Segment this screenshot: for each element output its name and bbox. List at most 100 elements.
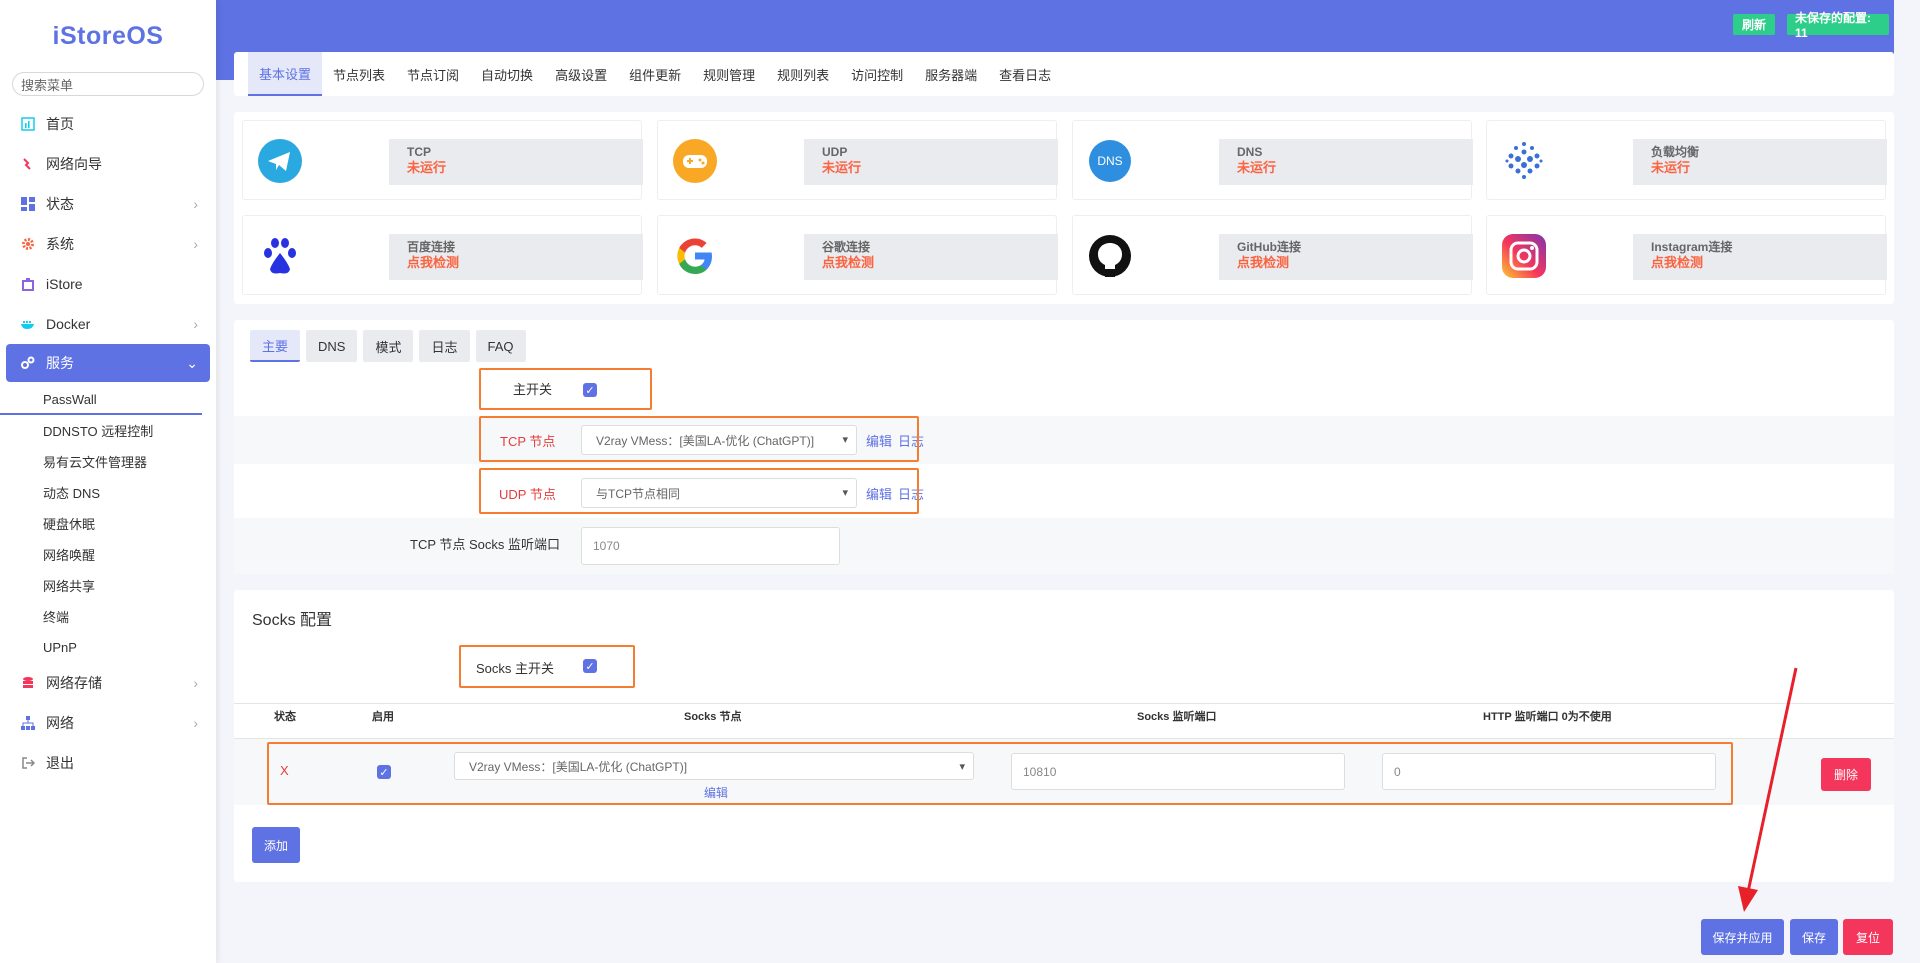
status-value[interactable]: 点我检测 (1237, 255, 1473, 271)
status-card-5[interactable]: 谷歌连接 点我检测 (657, 215, 1058, 295)
sidebar-item-3[interactable]: 系统 › (0, 224, 216, 264)
tab-3[interactable]: 自动切换 (470, 52, 544, 96)
add-button[interactable]: 添加 (252, 827, 300, 863)
sidebar-item-5[interactable]: Docker › (0, 304, 216, 344)
sidebar-sub-item-6[interactable]: 网络共享 (0, 570, 216, 601)
sidebar-sub-item-3[interactable]: 动态 DNS (0, 477, 216, 508)
status-name: DNS (1237, 145, 1263, 159)
status-info: 谷歌连接 点我检测 (804, 234, 1058, 280)
sidebar-sub-item-2[interactable]: 易有云文件管理器 (0, 446, 216, 477)
status-value: 未运行 (1237, 160, 1277, 175)
sidebar-bottom-item-1[interactable]: 网络 › (0, 703, 216, 743)
tab-10[interactable]: 查看日志 (988, 52, 1062, 96)
sidebar-item-label: 首页 (46, 116, 74, 132)
highlight-box (267, 742, 1733, 805)
baidu-icon (257, 233, 303, 279)
network-icon (20, 715, 36, 731)
tab-6[interactable]: 规则管理 (692, 52, 766, 96)
sidebar-item-label: 网络存储 (46, 675, 102, 691)
socks-port-input[interactable]: 1070 (581, 527, 840, 565)
tcp-node-row: TCP 节点 V2ray VMess：[美国LA-优化 (ChatGPT)] ▾… (234, 416, 1894, 464)
chevron-right-icon: › (193, 675, 198, 691)
status-card-2: DNS DNS 未运行 (1072, 120, 1473, 200)
status-info: 百度连接 点我检测 (389, 234, 643, 280)
sidebar-item-label: 状态 (46, 196, 74, 212)
dns-icon: DNS (1087, 138, 1133, 184)
status-card-3: 负载均衡 未运行 (1486, 120, 1887, 200)
status-panel: TCP 未运行 UDP 未运行 DNS DNS 未运行 负载均衡 未运行 百度连接 点我检测 谷歌连接… (234, 112, 1894, 304)
socks-config-panel: Socks 配置 Socks 主开关 ✓ 状态 启用 Socks 节点 Sock… (234, 590, 1894, 882)
sidebar-item-services[interactable]: 服务 ⌄ (6, 344, 210, 382)
tab-2[interactable]: 节点订阅 (396, 52, 470, 96)
tab-7[interactable]: 规则列表 (766, 52, 840, 96)
status-name: 负载均衡 (1651, 145, 1700, 159)
sub-tab-4[interactable]: FAQ (475, 330, 526, 362)
status-name: GitHub连接 (1237, 240, 1301, 254)
logo: iStoreOS (52, 21, 164, 50)
tab-0[interactable]: 基本设置 (248, 52, 323, 96)
sub-tab-0[interactable]: 主要 (250, 330, 301, 362)
socks-port-label: TCP 节点 Socks 监听端口 (410, 537, 561, 552)
load-balance-icon (1501, 138, 1547, 184)
divider (234, 703, 1894, 704)
sidebar-item-label: 网络 (46, 715, 74, 731)
tab-5[interactable]: 组件更新 (618, 52, 692, 96)
status-info: 负载均衡 未运行 (1633, 139, 1887, 185)
sidebar-item-1[interactable]: 网络向导 (0, 144, 216, 184)
socks-port-row: TCP 节点 Socks 监听端口 1070 (234, 518, 1894, 574)
sidebar-item-label: 退出 (46, 755, 74, 771)
sidebar-item-label: iStore (46, 276, 83, 292)
sub-tab-2[interactable]: 模式 (363, 330, 414, 362)
logout-icon (20, 755, 36, 771)
sidebar-sub-item-0[interactable]: PassWall (0, 386, 202, 415)
sidebar-bottom-item-2[interactable]: 退出 (0, 743, 216, 783)
instagram-icon (1501, 233, 1547, 279)
unsaved-config-button[interactable]: 未保存的配置: 11 (1787, 11, 1889, 40)
tab-9[interactable]: 服务器端 (914, 52, 988, 96)
sidebar-item-4[interactable]: iStore (0, 264, 216, 304)
chevron-right-icon: › (193, 236, 198, 252)
tab-1[interactable]: 节点列表 (322, 52, 396, 96)
highlight-box (459, 645, 635, 688)
sidebar-item-label: 服务 (46, 355, 74, 371)
sidebar-sub-item-8[interactable]: UPnP (0, 632, 216, 663)
wizard-icon (20, 156, 36, 172)
delete-button[interactable]: 删除 (1821, 758, 1871, 791)
save-apply-button[interactable]: 保存并应用 (1701, 919, 1784, 955)
search-menu-input[interactable]: 搜索菜单 (12, 72, 204, 96)
reset-button[interactable]: 复位 (1843, 919, 1893, 955)
sidebar-sub-item-1[interactable]: DDNSTO 远程控制 (0, 415, 216, 446)
status-card-1: UDP 未运行 (657, 120, 1058, 200)
status-value: 未运行 (407, 160, 447, 175)
status-value[interactable]: 点我检测 (1651, 255, 1887, 271)
chevron-right-icon: › (193, 196, 198, 212)
status-info: GitHub连接 点我检测 (1219, 234, 1473, 280)
status-info: TCP 未运行 (389, 139, 643, 185)
sidebar: iStoreOS 搜索菜单 首页 网络向导 状态 › 系统 › iStore Docker › … (0, 0, 216, 963)
sidebar-item-0[interactable]: 首页 (0, 104, 216, 144)
sidebar-sub-item-4[interactable]: 硬盘休眠 (0, 508, 216, 539)
refresh-button[interactable]: 刷新 (1733, 14, 1775, 35)
sub-tab-1[interactable]: DNS (306, 330, 358, 362)
sidebar-sub-item-5[interactable]: 网络唤醒 (0, 539, 216, 570)
section-title: Socks 配置 (252, 612, 333, 629)
save-button[interactable]: 保存 (1790, 919, 1838, 955)
status-name: 百度连接 (407, 240, 456, 254)
tab-8[interactable]: 访问控制 (840, 52, 914, 96)
status-value[interactable]: 点我检测 (822, 255, 1058, 271)
status-info: UDP 未运行 (804, 139, 1058, 185)
status-card-4[interactable]: 百度连接 点我检测 (242, 215, 643, 295)
grid-icon (20, 196, 36, 212)
highlight-box (479, 468, 919, 514)
status-card-0: TCP 未运行 (242, 120, 643, 200)
sub-tab-3[interactable]: 日志 (419, 330, 470, 362)
sidebar-bottom-item-0[interactable]: 网络存储 › (0, 663, 216, 703)
status-card-6[interactable]: GitHub连接 点我检测 (1072, 215, 1473, 295)
status-value[interactable]: 点我检测 (407, 255, 643, 271)
sidebar-sub-item-7[interactable]: 终端 (0, 601, 216, 632)
table-row: X ✓ V2ray VMess：[美国LA-优化 (ChatGPT)] ▾ 编辑… (234, 739, 1894, 805)
sidebar-item-2[interactable]: 状态 › (0, 184, 216, 224)
status-card-7[interactable]: Instagram连接 点我检测 (1486, 215, 1887, 295)
tab-4[interactable]: 高级设置 (544, 52, 618, 96)
column-header-status: 状态 (274, 711, 296, 723)
